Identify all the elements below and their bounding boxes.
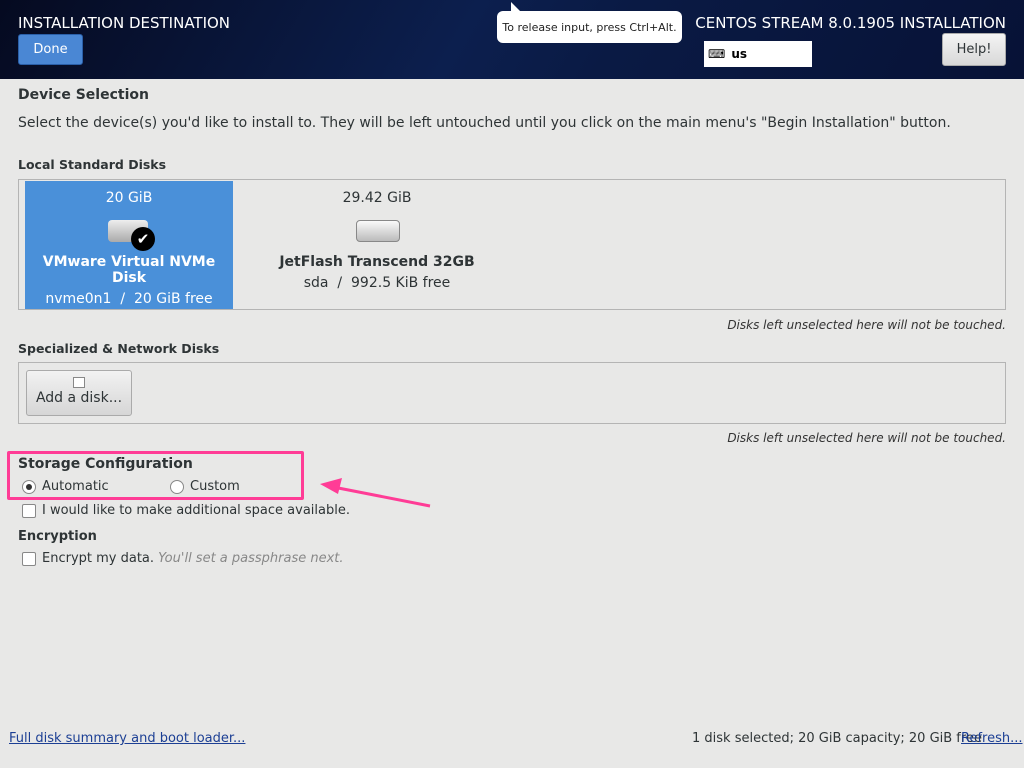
disk-device: sda	[303, 275, 329, 291]
disk-size: 29.42 GiB	[342, 190, 412, 206]
custom-radio[interactable]: Custom	[170, 479, 240, 494]
device-selection-description: Select the device(s) you'd like to insta…	[18, 115, 951, 131]
automatic-label: Automatic	[42, 479, 109, 494]
additional-space-checkbox[interactable]: I would like to make additional space av…	[22, 503, 350, 518]
keyboard-layout: us	[731, 47, 748, 61]
removable-disk-icon	[273, 206, 481, 250]
encrypt-checkbox[interactable]: Encrypt my data. You'll set a passphrase…	[22, 551, 344, 566]
disk-icon	[73, 377, 85, 388]
help-button[interactable]: Help!	[942, 33, 1006, 66]
storage-config-heading: Storage Configuration	[18, 456, 193, 472]
keyboard-icon: ⌨	[708, 47, 726, 61]
refresh-link[interactable]: Refresh...	[961, 731, 1023, 746]
local-disks-note: Disks left unselected here will not be t…	[727, 318, 1006, 332]
add-disk-label: Add a disk...	[35, 390, 123, 406]
disk-nvme0n1[interactable]: 20 GiB ✔ VMware Virtual NVMe Disk nvme0n…	[25, 181, 233, 309]
local-disks-box: 20 GiB ✔ VMware Virtual NVMe Disk nvme0n…	[18, 179, 1006, 310]
encrypt-label: Encrypt my data.	[42, 551, 155, 566]
disk-device: nvme0n1	[45, 291, 112, 307]
hard-disk-selected-icon: ✔	[25, 206, 233, 251]
checkbox	[22, 551, 36, 566]
header-bar: INSTALLATION DESTINATION Done To release…	[0, 0, 1024, 79]
disk-free: 992.5 KiB free	[351, 275, 451, 291]
custom-label: Custom	[190, 479, 240, 494]
full-disk-summary-link[interactable]: Full disk summary and boot loader...	[9, 731, 245, 746]
keyboard-layout-indicator[interactable]: ⌨ us	[704, 41, 812, 67]
checkbox	[22, 503, 36, 518]
release-input-tooltip: To release input, press Ctrl+Alt.	[497, 2, 682, 43]
product-title: CENTOS STREAM 8.0.1905 INSTALLATION	[695, 14, 1006, 32]
selection-status: 1 disk selected; 20 GiB capacity; 20 GiB…	[692, 731, 982, 746]
disk-name: VMware Virtual NVMe Disk	[42, 254, 216, 286]
automatic-radio[interactable]: Automatic	[22, 479, 109, 494]
additional-space-label: I would like to make additional space av…	[42, 503, 350, 518]
disk-sda[interactable]: 29.42 GiB JetFlash Transcend 32GB sda / …	[273, 181, 481, 309]
specialized-disks-box: Add a disk...	[18, 362, 1006, 424]
done-button[interactable]: Done	[18, 34, 83, 65]
radio-checked	[22, 479, 36, 494]
page-title: INSTALLATION DESTINATION	[18, 14, 231, 32]
disk-free: 20 GiB free	[133, 291, 213, 307]
specialized-disks-note: Disks left unselected here will not be t…	[727, 431, 1006, 445]
radio-unchecked	[170, 479, 184, 494]
encrypt-hint: You'll set a passphrase next.	[158, 551, 344, 566]
specialized-disks-heading: Specialized & Network Disks	[18, 341, 220, 356]
add-disk-button[interactable]: Add a disk...	[26, 370, 132, 416]
disk-size: 20 GiB	[105, 190, 153, 206]
local-disks-heading: Local Standard Disks	[18, 157, 167, 172]
device-selection-heading: Device Selection	[18, 87, 149, 103]
disk-name: JetFlash Transcend 32GB	[279, 254, 475, 270]
encryption-heading: Encryption	[18, 529, 97, 544]
